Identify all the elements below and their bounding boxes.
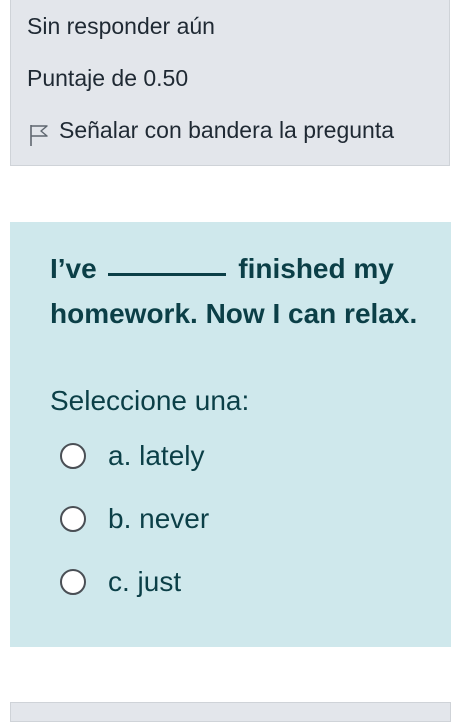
flag-icon[interactable] [28, 123, 50, 147]
answer-option-b[interactable]: b. never [60, 501, 209, 537]
answer-option-label[interactable]: b. never [108, 503, 209, 535]
question-text: I’ve finished my homework. Now I can rel… [50, 246, 450, 336]
radio-button-a[interactable] [60, 443, 86, 469]
question-text-before: I’ve [50, 253, 97, 284]
question-state: Sin responder aún [27, 13, 215, 39]
question-content-panel: I’ve finished my homework. Now I can rel… [10, 222, 451, 647]
next-question-panel [10, 702, 451, 722]
question-score: Puntaje de 0.50 [27, 65, 189, 91]
fill-in-blank [108, 253, 227, 276]
answer-option-label[interactable]: a. lately [108, 440, 205, 472]
radio-button-b[interactable] [60, 506, 86, 532]
radio-button-c[interactable] [60, 569, 86, 595]
flag-question-link[interactable]: Señalar con bandera la pregunta [59, 117, 394, 144]
select-prompt: Seleccione una: [50, 385, 250, 416]
answer-option-c[interactable]: c. just [60, 564, 181, 600]
answer-option-a[interactable]: a. lately [60, 438, 205, 474]
answer-option-label[interactable]: c. just [108, 566, 181, 598]
question-info-panel: Sin responder aún Puntaje de 0.50 Señala… [10, 0, 450, 166]
question-text-after: finished my homework. Now I can relax. [50, 253, 418, 329]
